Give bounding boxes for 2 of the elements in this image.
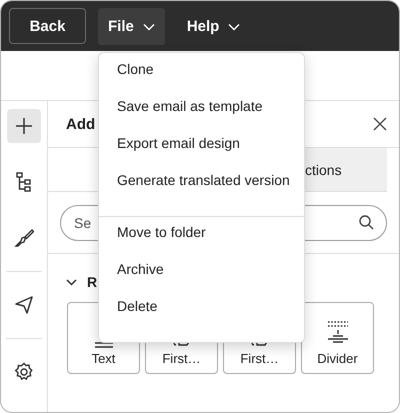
- panel-title: Add: [66, 116, 96, 132]
- section-title: R: [87, 274, 98, 290]
